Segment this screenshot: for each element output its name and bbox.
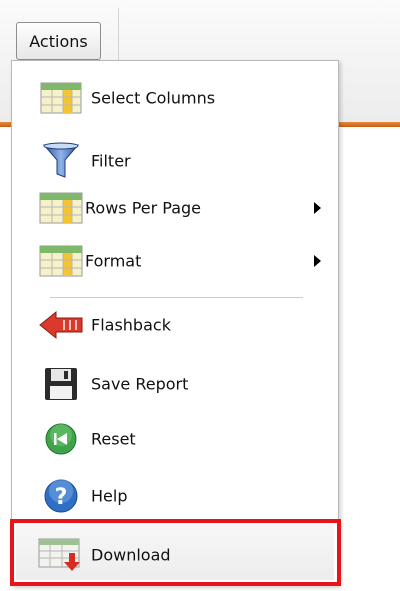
floppy-disk-icon: [38, 366, 84, 402]
menu-item-label: Rows Per Page: [85, 198, 202, 218]
back-arrow-icon: [38, 307, 84, 343]
download-highlight-box: [10, 519, 341, 586]
menu-item-label: Format: [85, 251, 142, 271]
menu-item-label: Reset: [91, 429, 136, 449]
menu-item-reset[interactable]: Reset: [12, 417, 338, 461]
actions-menu: Select Columns Filter Rows Per Page Form…: [11, 60, 339, 586]
table-format-icon: [38, 243, 84, 279]
menu-item-flashback[interactable]: Flashback: [12, 303, 338, 347]
screenshot-stage: Actions Select Columns Filter Rows Per P…: [0, 0, 400, 591]
submenu-arrow-icon: [314, 202, 321, 214]
menu-item-label: Select Columns: [91, 88, 216, 108]
actions-button[interactable]: Actions: [16, 22, 101, 60]
submenu-arrow-icon: [314, 255, 321, 267]
menu-item-label: Filter: [91, 151, 131, 171]
rewind-icon: [38, 421, 84, 457]
menu-item-select-columns[interactable]: Select Columns: [12, 76, 338, 120]
menu-item-format[interactable]: Format: [12, 239, 338, 283]
funnel-icon: [38, 142, 84, 179]
menu-separator: [50, 297, 303, 298]
table-columns-icon: [38, 80, 84, 116]
menu-item-filter[interactable]: Filter: [12, 139, 338, 183]
menu-item-rows-per-page[interactable]: Rows Per Page: [12, 186, 338, 230]
svg-text:?: ?: [55, 485, 68, 510]
menu-item-label: Help: [91, 486, 128, 506]
table-rows-icon: [38, 190, 84, 226]
help-icon: ?: [38, 478, 84, 514]
menu-item-label: Flashback: [91, 315, 171, 335]
menu-item-label: Save Report: [91, 374, 189, 394]
menu-item-save-report[interactable]: Save Report: [12, 362, 338, 406]
menu-item-help[interactable]: ? Help: [12, 474, 338, 518]
